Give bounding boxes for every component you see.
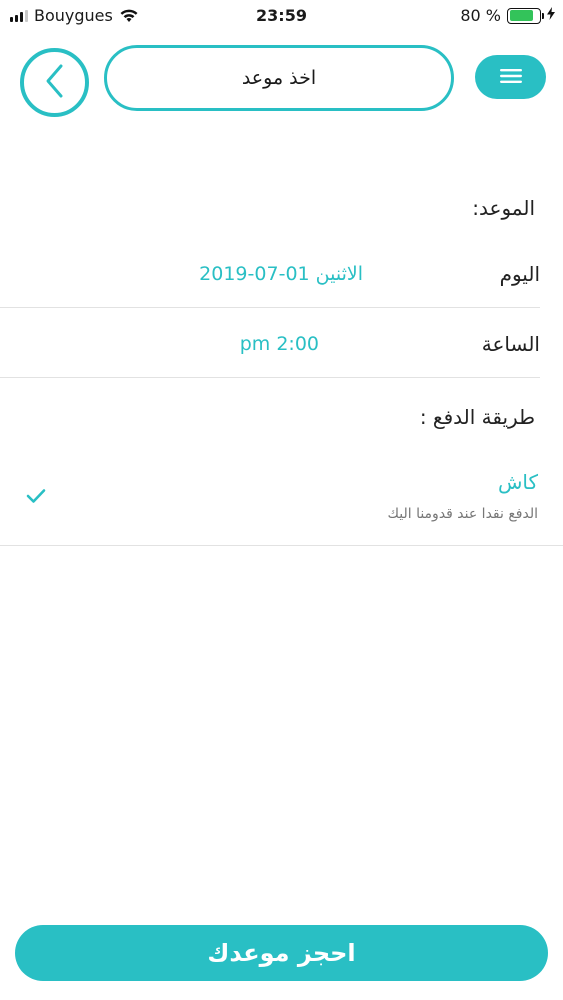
battery-level	[509, 10, 533, 21]
battery-percent: 80 %	[460, 6, 501, 25]
book-appointment-label: احجز موعدك	[207, 939, 356, 967]
chevron-left-icon	[44, 63, 66, 103]
menu-button[interactable]	[475, 55, 546, 99]
page-title: اخذ موعد	[104, 45, 454, 111]
day-value: الاثنين 01-07-2019	[199, 263, 363, 285]
page-title-text: اخذ موعد	[241, 67, 317, 89]
checkmark-icon	[26, 488, 46, 508]
status-right: 80 %	[460, 6, 555, 25]
battery-icon	[507, 7, 544, 24]
appointment-time-row: الساعة 2:00 pm	[0, 310, 540, 378]
back-button[interactable]	[20, 48, 89, 117]
appointment-day-row: اليوم الاثنين 01-07-2019	[0, 240, 540, 308]
book-appointment-button[interactable]: احجز موعدك	[15, 925, 548, 981]
payment-method-title: كاش	[497, 470, 538, 494]
appointment-section-label: الموعد:	[472, 196, 535, 220]
bolt-icon	[547, 7, 555, 24]
payment-section-label: طريقة الدفع :	[419, 405, 535, 429]
status-bar: Bouygues 23:59 80 %	[0, 0, 563, 32]
payment-method-description: الدفع نقدا عند قدومنا اليك	[387, 506, 538, 522]
hamburger-menu-icon	[499, 68, 522, 87]
time-value: 2:00 pm	[239, 333, 319, 355]
time-label: الساعة	[481, 332, 540, 356]
payment-option-cash[interactable]: كاش الدفع نقدا عند قدومنا اليك	[0, 460, 563, 546]
day-label: اليوم	[499, 262, 540, 286]
